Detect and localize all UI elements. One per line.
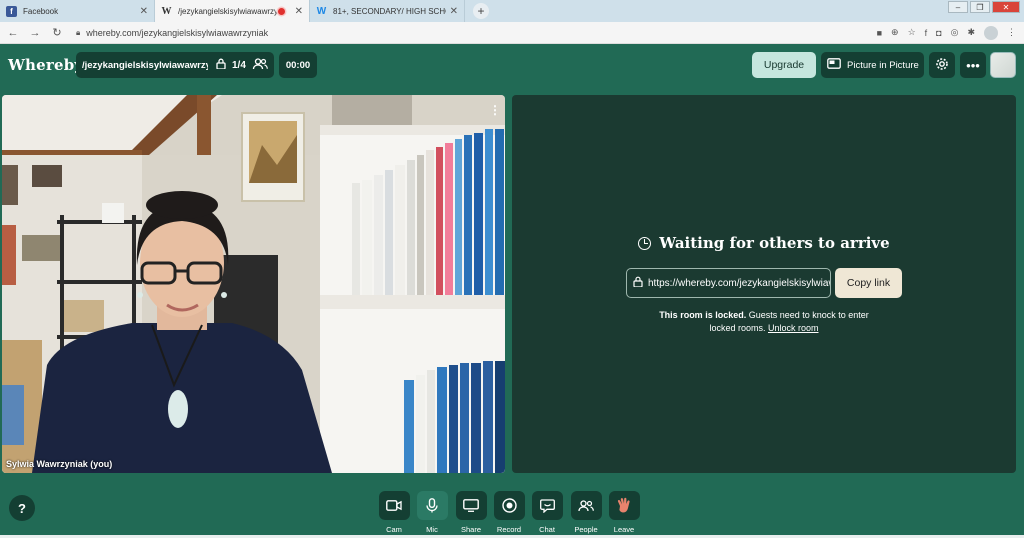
people-label: People [574,525,598,534]
bookmark-star-icon[interactable]: ☆ [908,27,916,38]
screen-share-icon [455,491,487,520]
chat-icon [531,491,563,520]
waiting-heading: Waiting for others to arrive [512,234,1016,252]
extension-icons: ■ ⊕ ☆ f ◘ ◎ ✱ ⋮ [877,25,1016,40]
close-tab-icon[interactable]: ✕ [295,6,303,17]
chat-label: Chat [539,525,555,534]
room-link-field[interactable]: https://whereby.com/jezykangielskisylwia… [626,268,831,298]
tab-title: Facebook [23,6,59,16]
camera-icon [378,491,410,520]
address-bar: ← → ↻ 🔒︎ whereby.com/jezykangielskisylwi… [0,22,1024,44]
share-label: Share [460,525,481,534]
lock-icon [633,276,643,290]
cam-button[interactable]: Cam [378,491,410,534]
waiting-title-text: Waiting for others to arrive [659,234,890,252]
facebook-icon: f [6,5,17,17]
microphone-icon [416,491,448,520]
participant-name-label: Sylwia Wawrzyniak (you) [6,459,113,469]
participant-video-tile[interactable]: ⋮ Sylwia Wawrzyniak (you) [2,95,505,473]
close-window-button[interactable]: ✕ [992,1,1020,13]
browser-menu-icon[interactable]: ⋮ [1007,27,1016,38]
help-button[interactable]: ? [9,495,35,521]
close-tab-icon[interactable]: ✕ [140,6,148,17]
tab-title: /jezykangielskisylwiawawrzyniak [178,6,278,16]
copy-link-button[interactable]: Copy link [835,268,902,298]
locked-notice-bold: This room is locked. [659,310,747,320]
waiting-panel: Waiting for others to arrive https://whe… [512,95,1016,473]
close-tab-icon[interactable]: ✕ [450,6,458,17]
webcam-video-feed [2,95,505,473]
leave-button[interactable]: Leave [608,491,640,534]
room-link-text: https://whereby.com/jezykangielskisylwia… [648,277,830,289]
tab-title: 81+, SECONDARY/ HIGH SCHOOL [333,6,446,16]
unlock-room-link[interactable]: Unlock room [768,323,819,333]
people-icon [252,57,268,73]
pip-label: Picture in Picture [847,59,919,71]
forward-arrow-icon[interactable]: → [26,27,44,39]
new-tab-button[interactable]: + [473,3,489,19]
minimize-button[interactable]: – [948,1,968,13]
app-header: Whereby /jezykangielskisylwiawawrzyniak … [0,44,1024,90]
padlock-icon[interactable]: 🔒︎ [76,28,80,38]
mic-label: Mic [426,525,438,534]
whereby-logo: Whereby [8,56,84,74]
wikipedia-icon: W [161,5,172,17]
picture-in-picture-button[interactable]: Picture in Picture [821,52,924,78]
record-button[interactable]: Record [493,491,525,534]
chat-button[interactable]: Chat [531,491,563,534]
self-view-thumbnail[interactable] [990,52,1016,78]
record-label: Record [496,525,522,534]
meeting-timer: 00:00 [279,52,317,78]
upgrade-button[interactable]: Upgrade [752,52,816,78]
leave-label: Leave [613,525,635,534]
people-button[interactable]: People [570,491,602,534]
profile-avatar[interactable] [984,25,998,40]
camera-permission-icon[interactable]: ■ [877,28,882,38]
cam-label: Cam [386,525,402,534]
mic-button[interactable]: Mic [416,491,448,534]
lock-icon [216,58,226,72]
browser-tab-bar: f Facebook ✕ W /jezykangielskisylwiawawr… [0,0,1024,22]
picture-in-picture-icon [827,58,841,72]
books-bottom-shelf [404,361,505,473]
share-button[interactable]: Share [455,491,487,534]
url-text: whereby.com/jezykangielskisylwiawawrzyni… [86,27,269,38]
clock-icon [638,236,652,250]
facebook-extension-icon[interactable]: f [925,28,928,38]
browser-tab-wordwall[interactable]: W 81+, SECONDARY/ HIGH SCHOOL ✕ [310,0,465,22]
gear-icon [935,57,949,74]
extension-icon[interactable]: ◘ [936,28,941,38]
zoom-icon[interactable]: ⊕ [891,27,899,38]
participant-count: 1/4 [232,59,246,71]
wordwall-icon: W [316,5,327,17]
settings-button[interactable] [929,52,955,78]
locked-room-message: This room is locked. Guests need to knoc… [652,309,876,335]
window-controls: – ❐ ✕ [948,1,1020,13]
room-name: /jezykangielskisylwiawawrzyniak [82,59,208,71]
puzzle-extensions-icon[interactable]: ✱ [967,27,975,38]
extension-icon[interactable]: ◎ [951,27,959,38]
reload-icon[interactable]: ↻ [48,26,66,39]
url-field[interactable]: 🔒︎ whereby.com/jezykangielskisylwiawawrz… [76,28,877,38]
wave-hand-icon [608,491,640,520]
back-arrow-icon[interactable]: ← [4,27,22,39]
people-icon [570,491,602,520]
maximize-button[interactable]: ❐ [970,1,990,13]
browser-tab-whereby[interactable]: W /jezykangielskisylwiawawrzyniak ✕ [155,0,310,22]
browser-tab-facebook[interactable]: f Facebook ✕ [0,0,155,22]
more-options-button[interactable]: ••• [960,52,986,78]
record-icon [493,491,525,520]
tile-menu-button[interactable]: ⋮ [489,103,501,119]
room-info-pill[interactable]: /jezykangielskisylwiawawrzyniak 1/4 [76,52,274,78]
recording-dot-icon [277,7,285,15]
